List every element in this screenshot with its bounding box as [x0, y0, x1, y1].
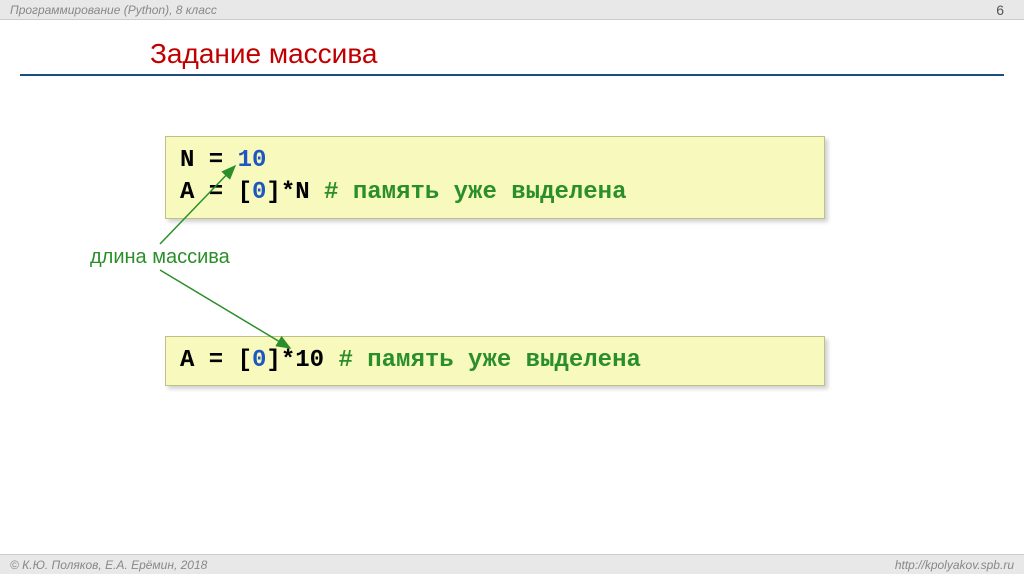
code-eq-3: = [	[194, 347, 252, 374]
content-area: N = 10 A = [0]*N # память уже выделена д…	[0, 136, 1024, 536]
code-var-a2: A	[180, 347, 194, 374]
slide-title: Задание массива	[150, 38, 1024, 70]
footer-url: http://kpolyakov.spb.ru	[895, 558, 1014, 572]
course-label: Программирование (Python), 8 класс	[10, 3, 217, 17]
header-bar: Программирование (Python), 8 класс	[0, 0, 1024, 20]
code-zero-2: 0	[252, 347, 266, 374]
code-block-2: A = [0]*10 # память уже выделена	[165, 336, 825, 386]
code-eq-2: = [	[194, 179, 252, 206]
page-number: 6	[996, 2, 1004, 18]
code-block-1: N = 10 A = [0]*N # память уже выделена	[165, 136, 825, 219]
footer-bar: © К.Ю. Поляков, Е.А. Ерёмин, 2018 http:/…	[0, 554, 1024, 574]
annotation-label: длина массива	[90, 246, 230, 269]
code-line-2: A = [0]*N # память уже выделена	[180, 177, 810, 209]
code-eq-1: =	[194, 147, 237, 174]
footer-copyright: © К.Ю. Поляков, Е.А. Ерёмин, 2018	[10, 558, 207, 572]
code-val-10: 10	[238, 147, 267, 174]
code-line-1: N = 10	[180, 145, 810, 177]
code-rest-2: ]*10	[266, 347, 338, 374]
title-underline	[20, 74, 1004, 76]
code-comment-2: # память уже выделена	[338, 347, 640, 374]
code-zero-1: 0	[252, 179, 266, 206]
code-rest-1: ]*N	[266, 179, 324, 206]
code-comment-1: # память уже выделена	[324, 179, 626, 206]
code-var-n: N	[180, 147, 194, 174]
code-var-a: A	[180, 179, 194, 206]
